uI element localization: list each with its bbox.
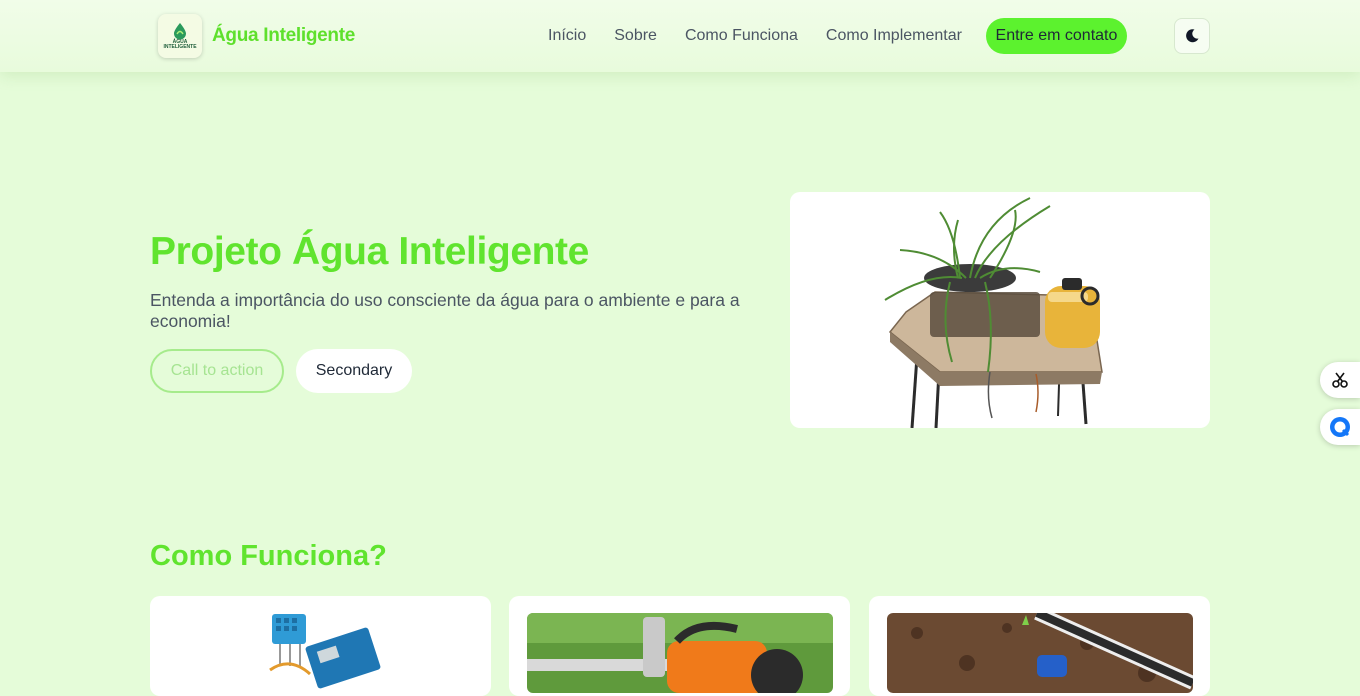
arduino-sensor-image: [269, 614, 381, 689]
nav-link-como-implementar[interactable]: Como Implementar: [812, 27, 976, 45]
logo: ÁGUA INTELIGENTE: [158, 14, 202, 58]
scissors-tool-button[interactable]: [1320, 362, 1360, 398]
navbar: ÁGUA INTELIGENTE Água Inteligente Início…: [0, 0, 1360, 72]
contact-button[interactable]: Entre em contato: [985, 18, 1127, 54]
drip-irrigation-image: [887, 613, 1193, 693]
nav-link-sobre[interactable]: Sobre: [600, 27, 671, 45]
feature-card-2[interactable]: [509, 596, 850, 696]
logo-text-2: INTELIGENTE: [163, 44, 197, 50]
nav-link-como-funciona[interactable]: Como Funciona: [671, 27, 812, 45]
hero-image: [790, 192, 1210, 428]
hero-title: Projeto Água Inteligente: [150, 230, 589, 273]
scissors-icon: [1332, 372, 1348, 388]
water-drop-logo-icon: [174, 23, 186, 40]
prototype-table-illustration: [884, 197, 1103, 428]
hero-subtitle: Entenda a importância do uso consciente …: [150, 290, 740, 331]
section-title: Como Funciona?: [150, 540, 387, 572]
moon-icon: [1186, 29, 1199, 43]
nav-links: Início Sobre Como Funciona Como Implemen…: [534, 18, 1127, 54]
nav-link-inicio[interactable]: Início: [534, 27, 600, 45]
chat-assistant-button[interactable]: [1320, 409, 1360, 445]
brand-name[interactable]: Água Inteligente: [212, 25, 355, 47]
feature-card-1[interactable]: [150, 596, 491, 696]
theme-toggle-button[interactable]: [1174, 18, 1210, 54]
call-to-action-button[interactable]: Call to action: [150, 349, 284, 393]
secondary-button[interactable]: Secondary: [296, 349, 412, 393]
feature-card-3[interactable]: [869, 596, 1210, 696]
water-pump-image: [527, 613, 833, 693]
brand[interactable]: ÁGUA INTELIGENTE Água Inteligente: [158, 14, 355, 58]
chat-bubble-icon: [1330, 417, 1350, 437]
